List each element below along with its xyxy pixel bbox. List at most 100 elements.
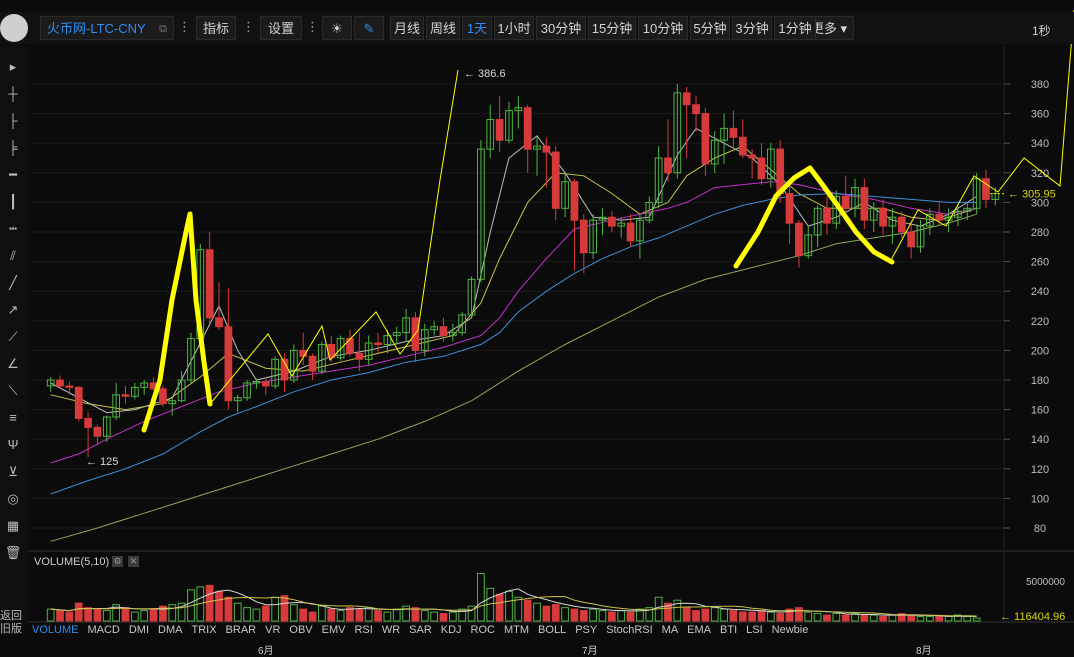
indicator-tab[interactable]: MTM	[504, 624, 529, 636]
volume-bar	[766, 611, 775, 622]
candle-body	[215, 317, 223, 328]
kline-chart[interactable]: 8010012014016018020022024026028030032034…	[0, 0, 1074, 654]
volume-close-icon[interactable]: ✕	[128, 556, 139, 567]
indicator-tab[interactable]: DMA	[158, 624, 182, 636]
indicator-tab[interactable]: LSI	[746, 624, 763, 636]
y-tick-label: 260	[1031, 257, 1049, 269]
period-button[interactable]: 5分钟	[690, 16, 730, 40]
volume-bar	[318, 605, 326, 622]
volume-bar	[495, 593, 504, 622]
volume-bar	[869, 614, 878, 622]
fib-fan-icon[interactable]: ⟍	[4, 382, 22, 400]
indicator-tab[interactable]: WR	[382, 624, 400, 636]
horizontal-line-icon[interactable]: ━	[4, 166, 22, 184]
volume-bar	[289, 604, 298, 622]
volume-bar	[823, 614, 831, 622]
volume-settings-icon[interactable]: ⚙	[112, 556, 123, 567]
parallel-channel-icon[interactable]: ⫽	[4, 247, 22, 265]
volume-bar	[907, 614, 916, 622]
crosshair-icon[interactable]: ┼	[4, 85, 22, 103]
volume-bar	[579, 610, 588, 622]
month-label-aug: 8月	[916, 646, 932, 657]
candle-body	[785, 193, 794, 224]
draw-pen-icon[interactable]: ✎	[354, 16, 384, 40]
indicator-tab[interactable]: KDJ	[441, 624, 462, 636]
indicator-tab[interactable]: RSI	[354, 624, 372, 636]
volume-bar	[420, 610, 429, 622]
y-tick-label: 200	[1031, 345, 1049, 357]
refresh-interval[interactable]: 1秒	[1032, 22, 1051, 39]
volume-bar	[233, 602, 242, 622]
more-options-icon[interactable]: ⋮	[242, 16, 255, 40]
period-button[interactable]: 30分钟	[536, 16, 586, 40]
period-button[interactable]: 月线	[390, 16, 424, 40]
indicator-tab[interactable]: Newbie	[772, 624, 809, 636]
settings-button[interactable]: 设置	[260, 16, 302, 40]
volume-bar	[299, 608, 308, 622]
period-button[interactable]: 1天	[462, 16, 492, 40]
indicator-tab[interactable]: BRAR	[226, 624, 257, 636]
more-options-icon[interactable]: ⋮	[306, 16, 319, 40]
horizontal-ray-icon[interactable]: ╞	[4, 139, 22, 157]
volume-bar	[935, 616, 944, 622]
candle-body	[121, 394, 130, 397]
theme-toggle-sun-icon[interactable]: ☀	[322, 16, 352, 40]
period-button[interactable]: 10分钟	[638, 16, 688, 40]
indicator-tab[interactable]: MACD	[87, 624, 119, 636]
indicator-tab[interactable]: EMA	[687, 624, 711, 636]
angle-line-icon[interactable]: ∠	[4, 355, 22, 373]
trash-icon[interactable]: 🗑	[4, 544, 22, 562]
indicator-tab[interactable]: BTI	[720, 624, 737, 636]
more-options-icon[interactable]: ⋮	[178, 16, 191, 40]
arrow-line-icon[interactable]: ↗	[4, 301, 22, 319]
volume-bar	[477, 572, 485, 622]
candle-body	[823, 207, 831, 224]
dotted-line-icon[interactable]: ┅	[4, 220, 22, 238]
vertical-line-icon[interactable]: ┃	[4, 193, 22, 211]
spiral-icon[interactable]: ◎	[4, 490, 22, 508]
candle-body	[308, 355, 317, 372]
indicator-tab[interactable]: DMI	[129, 624, 149, 636]
indicator-tabs: VOLUME MACD DMI DMA TRIX BRAR VR OBV EMV RSI WR SAR…	[32, 624, 817, 640]
indicator-tab[interactable]: TRIX	[191, 624, 216, 636]
volume-bar	[336, 610, 345, 622]
period-button[interactable]: 3分钟	[732, 16, 772, 40]
app-logo-icon	[0, 14, 28, 42]
cursor-arrow-icon[interactable]: ▸	[4, 58, 22, 76]
volume-bar	[748, 611, 757, 622]
fib-retracement-icon[interactable]: ≡	[4, 409, 22, 427]
period-button[interactable]: 1小时	[494, 16, 534, 40]
candle-body	[879, 207, 887, 227]
extended-line-icon[interactable]: ⟋	[4, 328, 22, 346]
volume-bar	[74, 602, 83, 622]
indicator-tab[interactable]: SAR	[409, 624, 432, 636]
indicator-tab[interactable]: VOLUME	[32, 624, 78, 636]
pattern-icon[interactable]: ▦	[4, 517, 22, 535]
indicator-tab[interactable]: OBV	[289, 624, 312, 636]
y-tick-label: 80	[1034, 523, 1046, 535]
indicator-tab[interactable]: BOLL	[538, 624, 566, 636]
gann-fan-icon[interactable]: ⊻	[4, 463, 22, 481]
period-button[interactable]: 15分钟	[588, 16, 636, 40]
indicators-button[interactable]: 指标	[196, 16, 236, 40]
volume-bar	[729, 610, 738, 622]
indicator-tab[interactable]: VR	[265, 624, 280, 636]
indicator-tab[interactable]: StochRSI	[606, 624, 652, 636]
back-to-old-version-link[interactable]: 返回旧版	[0, 610, 28, 636]
external-link-icon[interactable]: ⧉	[159, 17, 167, 41]
period-button[interactable]: 1分钟	[774, 16, 816, 40]
indicator-tab[interactable]: PSY	[575, 624, 597, 636]
indicator-tab[interactable]: ROC	[471, 624, 495, 636]
volume-bar	[271, 596, 280, 622]
candle-body	[495, 119, 504, 141]
indicator-tab[interactable]: MA	[662, 624, 679, 636]
indicator-tab[interactable]: EMV	[322, 624, 346, 636]
pitchfork-icon[interactable]: Ψ	[4, 436, 22, 454]
line-segment-icon[interactable]: ├	[4, 112, 22, 130]
volume-bar	[505, 590, 513, 622]
symbol-selector[interactable]: 火币网-LTC-CNY ⧉	[40, 16, 174, 40]
volume-bar	[140, 610, 149, 622]
volume-bar	[168, 604, 177, 622]
trend-line-icon[interactable]: ╱	[4, 274, 22, 292]
period-button[interactable]: 周线	[426, 16, 460, 40]
